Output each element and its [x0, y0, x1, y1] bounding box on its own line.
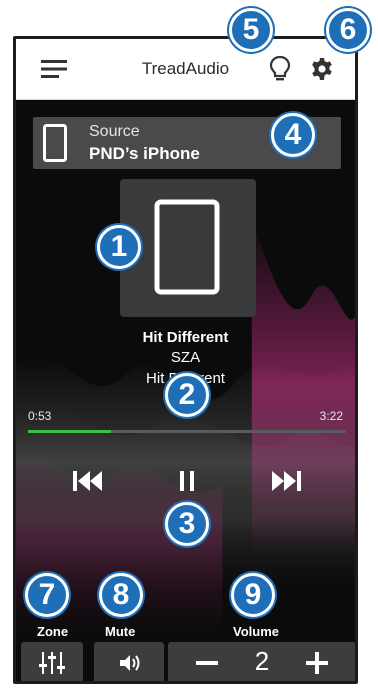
top-bar: TreadAudio — [16, 39, 355, 100]
callout-2: 2 — [165, 373, 209, 417]
mute-button[interactable] — [94, 642, 164, 681]
zone-label: Zone — [37, 624, 69, 639]
callout-7: 7 — [25, 573, 69, 617]
callout-9: 9 — [231, 573, 275, 617]
track-title: Hit Different — [142, 329, 229, 346]
callout-8: 8 — [99, 573, 143, 617]
plus-icon[interactable] — [302, 648, 332, 678]
elapsed-time: 0:53 — [28, 409, 52, 423]
progress-bar[interactable] — [28, 430, 346, 433]
callout-5: 5 — [229, 8, 273, 52]
volume-label: Volume — [233, 624, 279, 639]
lightbulb-icon[interactable] — [269, 55, 291, 83]
pause-icon[interactable] — [167, 466, 207, 496]
gear-icon[interactable] — [310, 57, 334, 81]
callout-1: 1 — [97, 225, 141, 269]
phone-icon — [43, 124, 67, 162]
track-artist: SZA — [170, 349, 201, 366]
callout-6: 6 — [326, 8, 370, 52]
speaker-icon — [120, 655, 140, 671]
callout-3: 3 — [165, 502, 209, 546]
source-label: Source — [89, 123, 140, 140]
mute-label: Mute — [105, 624, 136, 639]
source-name: PND’s iPhone — [89, 144, 200, 163]
volume-control: 2 — [168, 642, 355, 681]
equalizer-sliders-icon — [39, 652, 65, 674]
progress-fill — [28, 430, 111, 433]
total-time: 3:22 — [319, 409, 343, 423]
skip-previous-icon[interactable] — [68, 466, 108, 496]
zone-button[interactable] — [21, 642, 83, 681]
callout-4: 4 — [271, 113, 315, 157]
phone-icon — [154, 199, 220, 295]
app-title: TreadAudio — [141, 59, 230, 78]
skip-next-icon[interactable] — [266, 466, 306, 496]
